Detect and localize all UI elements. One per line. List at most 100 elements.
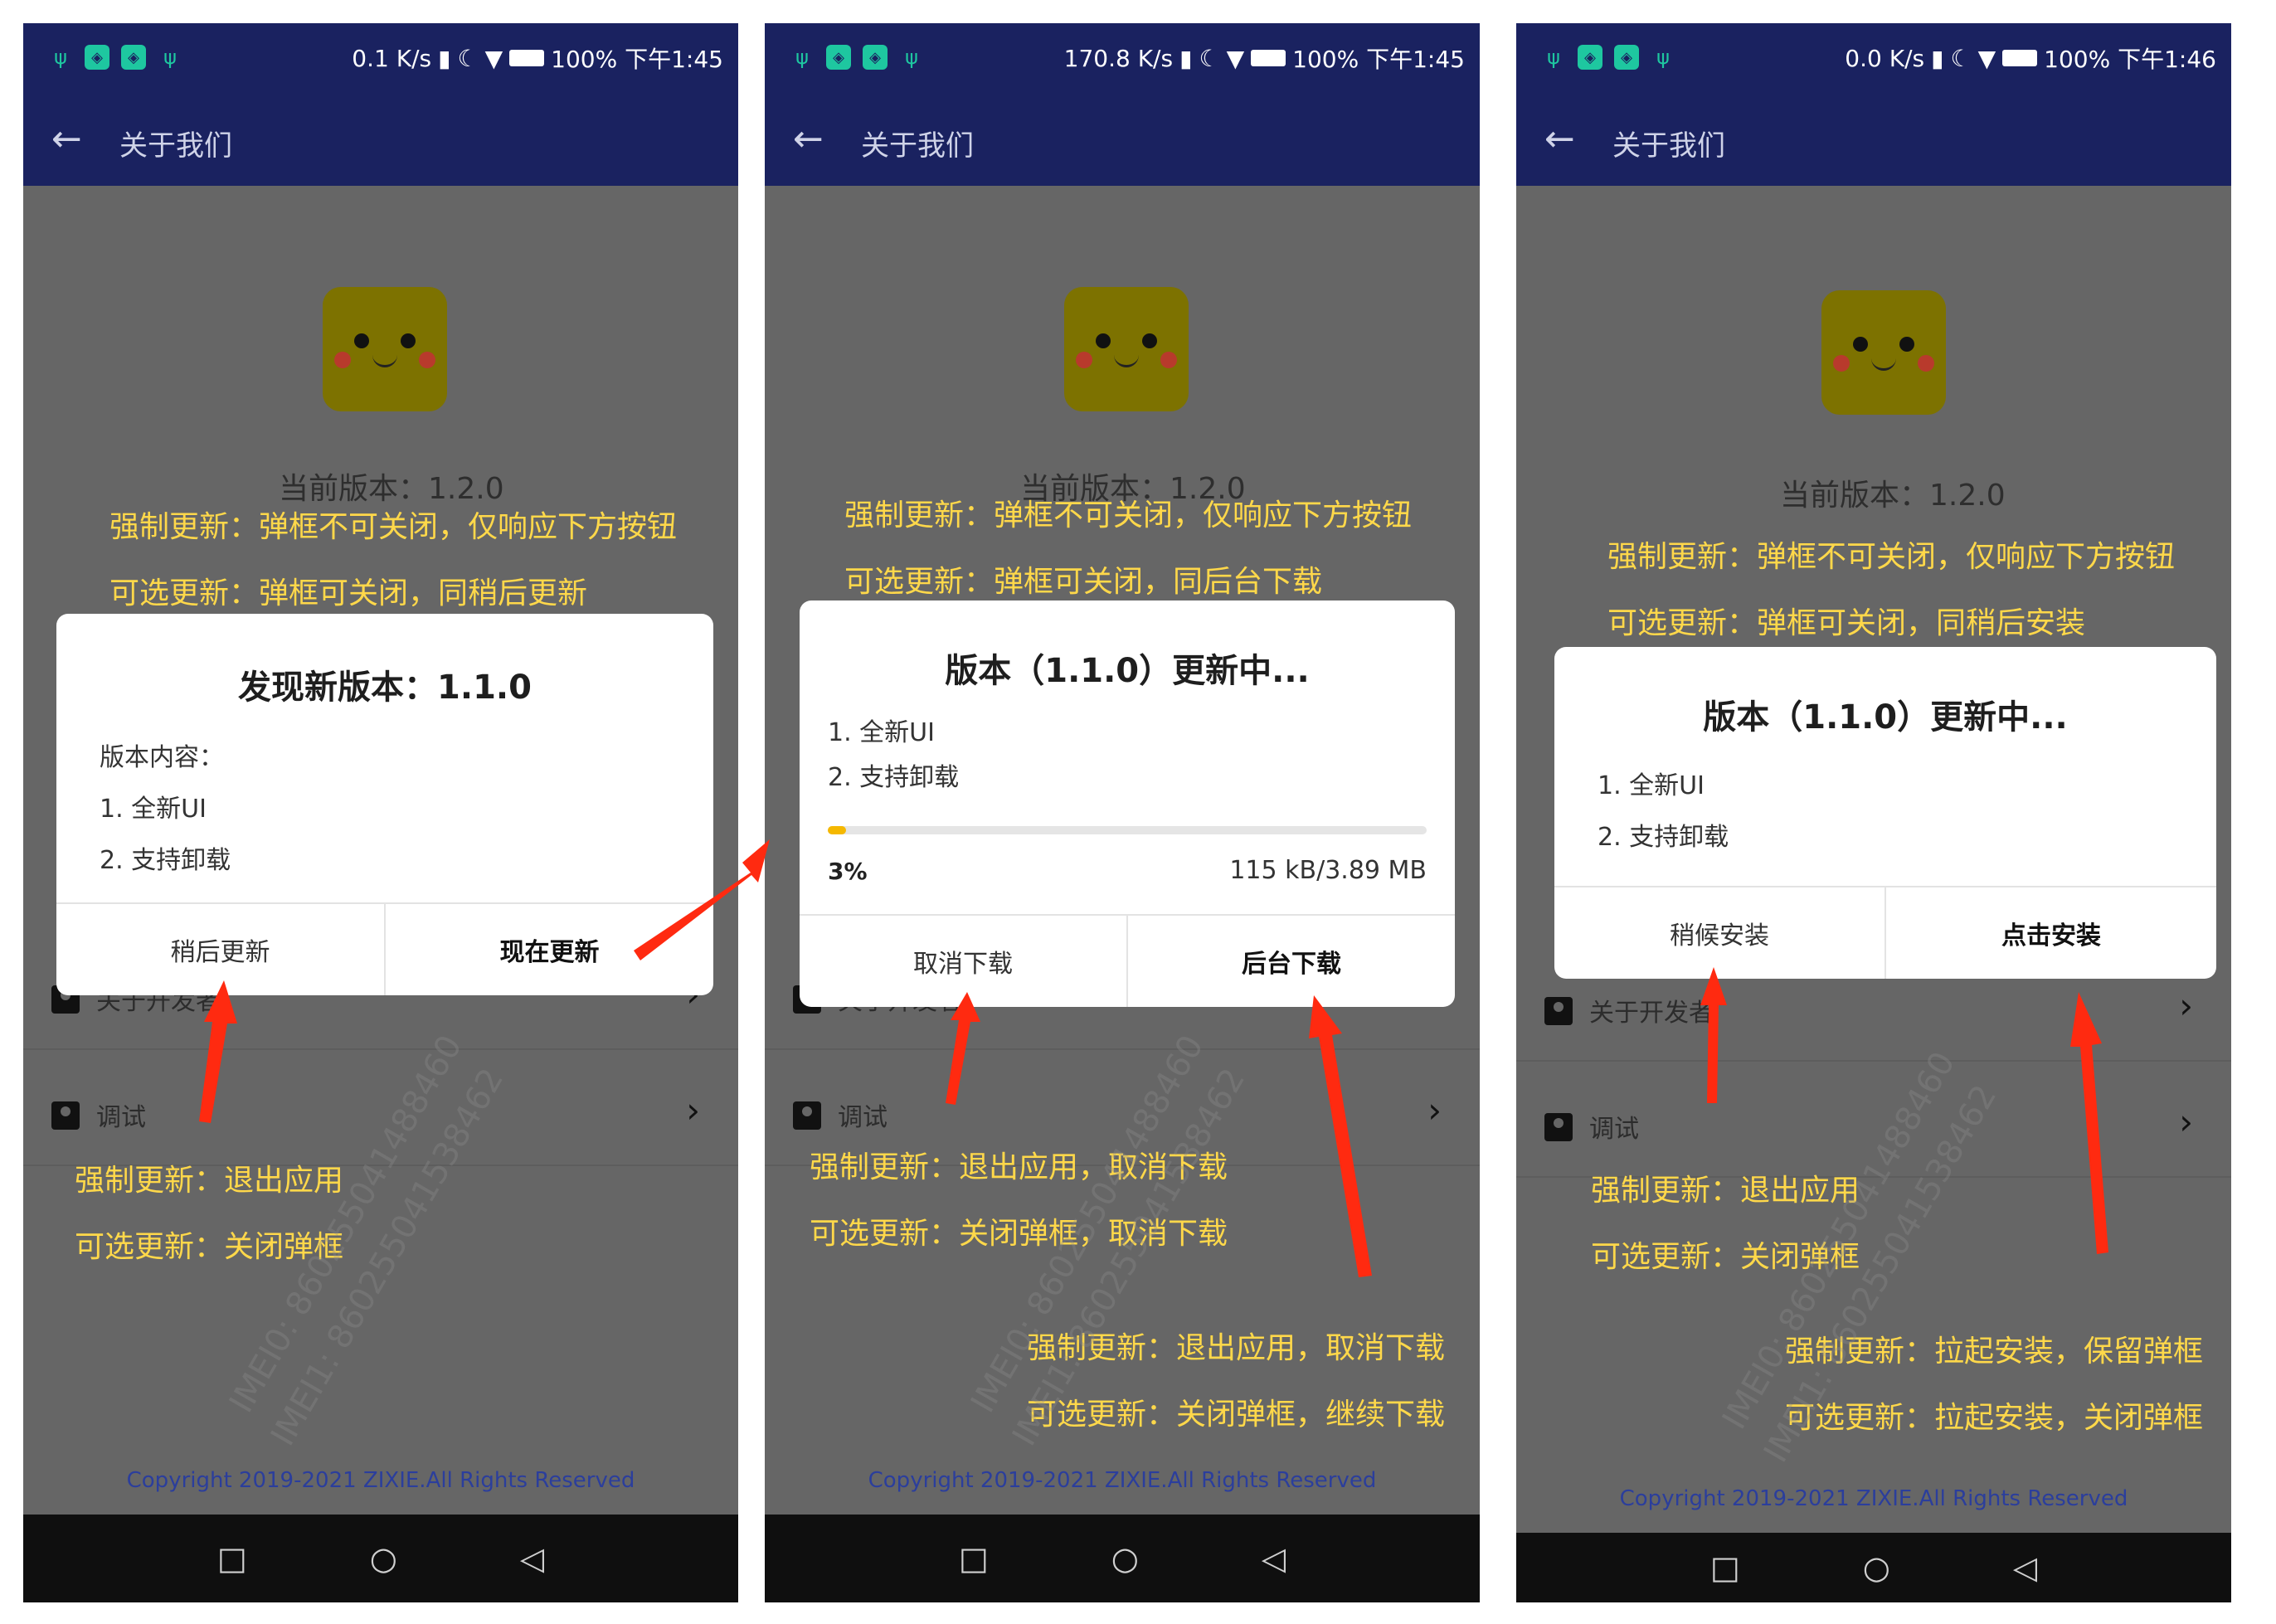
annotation-top-1: 强制更新：弹框不可关闭，仅响应下方按钮 — [844, 498, 1413, 532]
update-now-button[interactable]: 现在更新 — [384, 904, 713, 995]
status-bar: ψ ◈ ◈ ψ 170.8 K/s ▮ ☾ ▼ 100% 下午1:45 — [765, 23, 1480, 93]
status-icons-left: ψ ◈ ◈ ψ — [48, 45, 182, 70]
dialog-item-2: 2. 支持卸载 — [828, 763, 960, 792]
app-notification-icon: ◈ — [121, 45, 146, 70]
system-nav-bar: □ ○ ◁ — [23, 1515, 738, 1602]
wifi-icon: ▼ — [484, 44, 503, 72]
copyright-text: Copyright 2019-2021 ZIXIE.All Rights Res… — [868, 1468, 1377, 1493]
dialog-button-bar: 取消下载 后台下载 — [800, 914, 1455, 1007]
nav-home-icon[interactable]: ○ — [370, 1540, 397, 1577]
dialog-button-bar: 稍候安装 点击安装 — [1554, 886, 2216, 979]
usb-icon: ψ — [1656, 46, 1670, 69]
progress-size: 115 kB/3.89 MB — [1229, 856, 1427, 885]
moon-icon: ☾ — [1950, 44, 1972, 72]
signal-icon: ▮ — [438, 44, 451, 72]
phone-screen-3: ψ ◈ ◈ ψ 0.0 K/s ▮ ☾ ▼ 100% 下午1:46 ← 关于我们… — [1516, 23, 2231, 1602]
app-notification-icon: ◈ — [1578, 45, 1602, 70]
moon-icon: ☾ — [1199, 44, 1220, 72]
person-card-icon — [793, 1101, 821, 1130]
download-progress-bar — [828, 826, 1427, 834]
app-toolbar: ← 关于我们 — [23, 93, 738, 186]
person-card-icon — [51, 1101, 80, 1130]
annotation-top-2: 可选更新：弹框可关闭，同稍后更新 — [109, 576, 588, 610]
back-arrow-icon[interactable]: ← — [1544, 118, 1575, 160]
signal-icon: ▮ — [1931, 44, 1944, 72]
copyright-text: Copyright 2019-2021 ZIXIE.All Rights Res… — [126, 1468, 635, 1493]
app-notification-icon: ◈ — [1614, 45, 1639, 70]
nav-back-icon[interactable]: ◁ — [1262, 1540, 1286, 1577]
dialog-item-1: 1. 全新UI — [100, 795, 207, 824]
dialog-content-header: 版本内容： — [100, 743, 224, 772]
nav-recent-icon[interactable]: □ — [959, 1540, 989, 1577]
status-time: 100% 下午1:45 — [1292, 46, 1465, 73]
row-label-about: 关于开发者 — [1589, 999, 1714, 1028]
dialog-item-2: 2. 支持卸载 — [1598, 823, 1729, 852]
page-title: 关于我们 — [119, 129, 232, 163]
install-now-button[interactable]: 点击安装 — [1885, 887, 2216, 979]
status-right: 0.1 K/s ▮ ☾ ▼ 100% 下午1:45 — [352, 41, 723, 75]
network-speed: 0.1 K/s — [352, 44, 432, 72]
nav-home-icon[interactable]: ○ — [1863, 1549, 1890, 1586]
app-notification-icon: ◈ — [826, 45, 851, 70]
phone-screen-1: ψ ◈ ◈ ψ 0.1 K/s ▮ ☾ ▼ 100% 下午1:45 ← 关于我们… — [23, 23, 738, 1602]
moon-icon: ☾ — [457, 44, 479, 72]
annotation-bottom-1: 强制更新：退出应用 — [75, 1164, 344, 1198]
status-icons-left: ψ ◈ ◈ ψ — [790, 45, 924, 70]
status-right: 170.8 K/s ▮ ☾ ▼ 100% 下午1:45 — [1064, 41, 1465, 75]
usb-icon: ψ — [795, 46, 809, 69]
nav-back-icon[interactable]: ◁ — [2013, 1549, 2037, 1586]
nav-back-icon[interactable]: ◁ — [520, 1540, 544, 1577]
battery-icon — [509, 50, 545, 66]
person-card-icon — [1544, 997, 1573, 1025]
dialog-title: 发现新版本：1.1.0 — [238, 669, 532, 707]
back-arrow-icon[interactable]: ← — [793, 118, 824, 160]
download-dialog: 版本（1.1.0）更新中... 1. 全新UI 2. 支持卸载 3% 115 k… — [800, 600, 1455, 1007]
system-nav-bar: □ ○ ◁ — [1516, 1533, 2231, 1602]
background-download-button[interactable]: 后台下载 — [1126, 916, 1455, 1007]
dialog-title: 版本（1.1.0）更新中... — [945, 652, 1310, 690]
status-icons-left: ψ ◈ ◈ ψ — [1541, 45, 1675, 70]
network-speed: 170.8 K/s — [1063, 44, 1174, 72]
install-later-button[interactable]: 稍候安装 — [1554, 887, 1885, 979]
app-logo — [323, 287, 447, 411]
back-arrow-icon[interactable]: ← — [51, 118, 82, 160]
annotation-top-2: 可选更新：弹框可关闭，同稍后安装 — [1607, 606, 2086, 640]
nav-home-icon[interactable]: ○ — [1111, 1540, 1139, 1577]
chevron-right-icon: › — [686, 1090, 700, 1130]
network-speed: 0.0 K/s — [1845, 44, 1925, 72]
dialog-item-1: 1. 全新UI — [828, 718, 935, 747]
app-toolbar: ← 关于我们 — [765, 93, 1480, 186]
usb-icon: ψ — [163, 46, 177, 69]
usb-icon: ψ — [905, 46, 918, 69]
row-label-debug: 调试 — [1589, 1115, 1639, 1144]
chevron-right-icon: › — [2179, 1101, 2193, 1142]
dialog-title: 版本（1.1.0）更新中... — [1703, 698, 2068, 737]
copyright-text: Copyright 2019-2021 ZIXIE.All Rights Res… — [1619, 1486, 2128, 1511]
later-update-button[interactable]: 稍后更新 — [56, 904, 384, 995]
update-dialog: 发现新版本：1.1.0 版本内容： 1. 全新UI 2. 支持卸载 稍后更新 现… — [56, 614, 713, 995]
cancel-download-button[interactable]: 取消下载 — [800, 916, 1126, 1007]
annotation-bottom-4: 可选更新：拉起安装，关闭弹框 — [1784, 1401, 2203, 1435]
status-time: 100% 下午1:46 — [2044, 46, 2216, 73]
app-notification-icon: ◈ — [85, 45, 109, 70]
status-bar: ψ ◈ ◈ ψ 0.1 K/s ▮ ☾ ▼ 100% 下午1:45 — [23, 23, 738, 93]
signal-icon: ▮ — [1179, 44, 1193, 72]
row-label-debug: 调试 — [838, 1103, 888, 1132]
person-card-icon — [1544, 1113, 1573, 1141]
nav-recent-icon[interactable]: □ — [1710, 1549, 1740, 1586]
battery-icon — [2002, 50, 2038, 66]
page-title: 关于我们 — [861, 129, 974, 163]
wifi-icon: ▼ — [1977, 44, 1996, 72]
app-logo — [1821, 290, 1946, 415]
annotation-top-1: 强制更新：弹框不可关闭，仅响应下方按钮 — [1607, 540, 2176, 574]
progress-percent: 3% — [828, 858, 868, 885]
app-toolbar: ← 关于我们 — [1516, 93, 2231, 186]
wifi-icon: ▼ — [1226, 44, 1245, 72]
chevron-right-icon: › — [1427, 1090, 1442, 1130]
current-version-label: 当前版本：1.2.0 — [279, 472, 504, 506]
app-logo — [1064, 287, 1189, 411]
nav-recent-icon[interactable]: □ — [217, 1540, 247, 1577]
chevron-right-icon: › — [2179, 985, 2193, 1026]
battery-icon — [1251, 50, 1286, 66]
install-dialog: 版本（1.1.0）更新中... 1. 全新UI 2. 支持卸载 稍候安装 点击安… — [1554, 647, 2216, 979]
